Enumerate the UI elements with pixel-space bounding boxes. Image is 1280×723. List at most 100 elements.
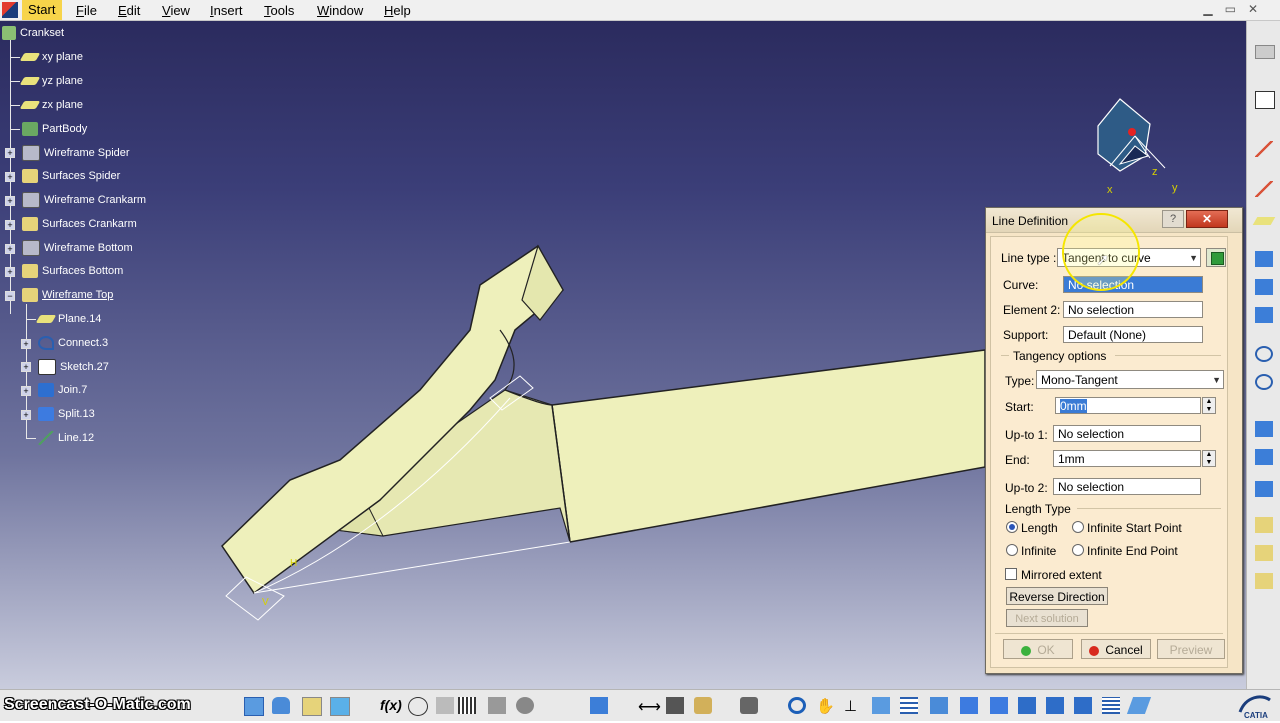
menu-file[interactable]: File [76, 3, 97, 18]
hand-pan-icon[interactable]: ✋ [816, 697, 835, 715]
revolve-icon[interactable] [1255, 279, 1273, 295]
line-icon[interactable] [1255, 181, 1273, 197]
tree-item-line-12[interactable]: Line.12 [38, 429, 94, 447]
cube-view-icon[interactable] [244, 697, 264, 716]
type-select[interactable]: Mono-Tangent ▼ [1036, 370, 1224, 389]
specification-tree[interactable]: Crankset xy plane yz plane zx plane Part… [0, 24, 260, 454]
expand-icon[interactable]: + [5, 148, 15, 158]
edges-icon[interactable] [990, 697, 1008, 714]
normal-view-icon[interactable] [900, 697, 918, 714]
table-icon[interactable] [302, 697, 322, 716]
fit-all-icon[interactable] [872, 697, 890, 714]
close-button[interactable]: ✕ [1186, 210, 1228, 228]
menu-start[interactable]: Start [22, 0, 62, 20]
translate-icon[interactable] [1255, 517, 1273, 533]
window-controls[interactable]: ▁▭✕ [1203, 2, 1270, 16]
tree-item-xy-plane[interactable]: xy plane [19, 48, 83, 66]
end-spinner[interactable]: ▲ ▼ [1202, 450, 1216, 467]
end-field[interactable]: 1mm [1053, 450, 1201, 467]
mirrored-extent-checkbox[interactable] [1005, 568, 1017, 580]
tree-item-split-13[interactable]: Split.13 [38, 405, 95, 423]
line-tool-icon[interactable] [1255, 141, 1273, 157]
tree-item-sketch-27[interactable]: Sketch.27 [38, 358, 109, 376]
support-field[interactable]: Default (None) [1063, 326, 1203, 343]
tree-item-join-7[interactable]: Join.7 [38, 381, 87, 399]
material-icon[interactable] [1126, 697, 1152, 714]
menu-view[interactable]: View [162, 3, 190, 18]
healing-icon[interactable] [1255, 449, 1273, 465]
collapse-icon[interactable]: − [5, 291, 15, 301]
menu-edit[interactable]: Edit [118, 3, 140, 18]
manipulator-icon[interactable] [666, 697, 684, 714]
infinite-end-point-radio[interactable] [1072, 544, 1084, 556]
tree-item-wireframe-top[interactable]: Wireframe Top [22, 286, 113, 304]
expand-icon[interactable]: + [21, 386, 31, 396]
tree-item-wireframe-bottom[interactable]: Wireframe Bottom [22, 239, 133, 257]
grid-icon[interactable] [458, 697, 476, 714]
hide-show-icon[interactable] [1046, 697, 1064, 714]
camera-icon[interactable] [740, 697, 758, 714]
comment-icon[interactable] [408, 697, 428, 716]
tree-item-partbody[interactable]: PartBody [22, 120, 87, 138]
expand-icon[interactable]: + [5, 267, 15, 277]
menu-help[interactable]: Help [384, 3, 411, 18]
tools-icon[interactable] [488, 697, 506, 714]
expand-icon[interactable]: + [21, 339, 31, 349]
rotate-view-icon[interactable] [788, 697, 806, 714]
lock-icon[interactable] [516, 697, 534, 714]
tree-item-surfaces-crankarm[interactable]: Surfaces Crankarm [22, 215, 137, 233]
tree-item-wireframe-crankarm[interactable]: Wireframe Crankarm [22, 191, 146, 209]
image-icon[interactable] [330, 697, 350, 716]
measure-icon[interactable] [436, 697, 454, 714]
reverse-direction-button[interactable]: Reverse Direction [1006, 587, 1108, 605]
formula-icon[interactable]: f(x) [380, 697, 402, 714]
tree-item-zx-plane[interactable]: zx plane [19, 96, 83, 114]
up-to-2-field[interactable]: No selection [1053, 478, 1201, 495]
expand-icon[interactable]: + [5, 196, 15, 206]
tree-item-plane-14[interactable]: Plane.14 [35, 310, 101, 328]
menu-insert[interactable]: Insert [210, 3, 243, 18]
tree-item-yz-plane[interactable]: yz plane [19, 72, 83, 90]
split-icon[interactable] [1255, 481, 1273, 497]
start-field[interactable]: 0mm [1055, 397, 1201, 414]
preview-button[interactable]: Preview [1157, 639, 1225, 659]
bottle-icon[interactable] [694, 697, 712, 714]
expand-icon[interactable]: + [5, 220, 15, 230]
length-radio[interactable] [1006, 521, 1018, 533]
axis-icon[interactable]: ⊥ [844, 697, 862, 715]
element-2-field[interactable]: No selection [1063, 301, 1203, 318]
infinite-radio[interactable] [1006, 544, 1018, 556]
shading-icon[interactable] [960, 697, 978, 714]
cancel-button[interactable]: Cancel [1081, 639, 1151, 659]
start-spinner[interactable]: ▲ ▼ [1202, 397, 1216, 414]
extrude-icon[interactable] [1255, 251, 1273, 267]
tree-item-surfaces-bottom[interactable]: Surfaces Bottom [22, 262, 123, 280]
connect-curve-icon[interactable] [1255, 374, 1273, 390]
symmetry-icon[interactable] [1255, 573, 1273, 589]
up-to-1-field[interactable]: No selection [1053, 425, 1201, 442]
help-button[interactable]: ? [1162, 210, 1184, 228]
pan-arrows-icon[interactable]: ⟷ [638, 697, 661, 716]
expand-icon[interactable]: + [21, 362, 31, 372]
infinite-start-point-radio[interactable] [1072, 521, 1084, 533]
expand-icon[interactable]: + [5, 172, 15, 182]
rotate-icon[interactable] [1255, 545, 1273, 561]
menu-window[interactable]: Window [317, 3, 363, 18]
tree-item-surfaces-spider[interactable]: Surfaces Spider [22, 167, 120, 185]
layers-icon[interactable] [1102, 697, 1120, 714]
join-icon[interactable] [1255, 421, 1273, 437]
cylinder-icon[interactable] [272, 697, 290, 714]
menu-tools[interactable]: Tools [264, 3, 294, 18]
sketcher-icon[interactable] [1255, 45, 1275, 59]
expand-icon[interactable]: + [21, 410, 31, 420]
swap-icon[interactable] [590, 697, 608, 714]
next-solution-button[interactable]: Next solution [1006, 609, 1088, 627]
cube-icon[interactable] [1206, 248, 1226, 267]
wireframe-icon[interactable] [1018, 697, 1036, 714]
swap-visible-icon[interactable] [1074, 697, 1092, 714]
ok-button[interactable]: OK [1003, 639, 1073, 659]
circle-icon[interactable] [1255, 346, 1273, 362]
tree-root-crankset[interactable]: Crankset [2, 24, 64, 42]
tree-item-wireframe-spider[interactable]: Wireframe Spider [22, 144, 130, 162]
sphere-icon[interactable] [1255, 307, 1273, 323]
